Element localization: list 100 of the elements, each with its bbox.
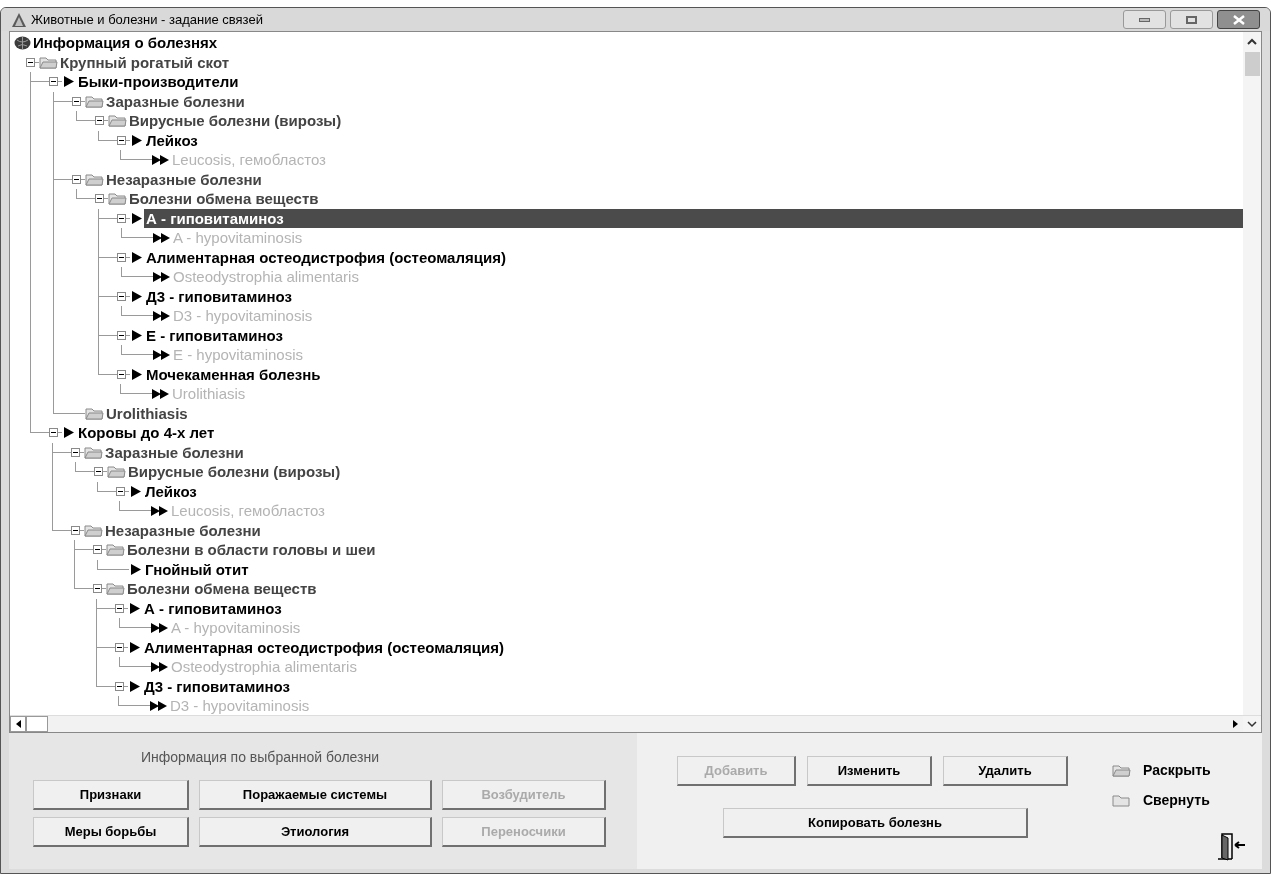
tree-item[interactable]: Заразные болезни bbox=[103, 442, 246, 462]
maximize-button[interactable] bbox=[1170, 10, 1213, 29]
globe-icon bbox=[14, 35, 31, 50]
play-icon bbox=[131, 485, 141, 497]
tree-item[interactable]: Гнойный отит bbox=[143, 559, 251, 579]
collapse-box-icon[interactable] bbox=[115, 681, 124, 691]
open-folder-icon bbox=[1112, 763, 1131, 777]
scroll-left-button[interactable] bbox=[10, 716, 26, 732]
folder-icon bbox=[85, 94, 104, 108]
window-title: Животные и болезни - задание связей bbox=[31, 10, 263, 29]
expand-all-button[interactable]: Раскрыть bbox=[1112, 755, 1248, 785]
tree-item[interactable]: Вирусные болезни (вирозы) bbox=[126, 462, 343, 482]
scroll-left-icon bbox=[15, 720, 21, 728]
folder-icon bbox=[84, 445, 103, 459]
tree-item[interactable]: Мочекаменная болезнь bbox=[144, 364, 323, 384]
collapse-box-icon[interactable] bbox=[72, 174, 81, 184]
play-icon bbox=[132, 368, 142, 380]
collapse-box-icon[interactable] bbox=[71, 447, 80, 457]
fast-forward-icon bbox=[150, 700, 168, 711]
minimize-button[interactable] bbox=[1123, 10, 1166, 29]
scrollbar-thumb[interactable] bbox=[26, 716, 48, 732]
tree-item[interactable]: А - гиповитаминоз bbox=[142, 598, 284, 618]
tree-item[interactable]: Болезни обмена веществ bbox=[127, 189, 321, 209]
action-button[interactable]: Удалить bbox=[943, 756, 1068, 786]
tree-item[interactable]: Д3 - гиповитаминоз bbox=[142, 676, 292, 696]
tree-item[interactable]: Незаразные болезни bbox=[104, 169, 264, 189]
collapse-box-icon[interactable] bbox=[26, 57, 35, 67]
scroll-down-icon[interactable] bbox=[1247, 720, 1257, 728]
fast-forward-icon bbox=[153, 232, 171, 243]
folder-icon bbox=[1112, 793, 1131, 807]
tree-item[interactable]: Незаразные болезни bbox=[103, 520, 263, 540]
scroll-right-icon bbox=[1232, 720, 1238, 728]
collapse-all-button[interactable]: Свернуть bbox=[1112, 785, 1248, 815]
tree-item[interactable]: Крупный рогатый скот bbox=[58, 52, 232, 72]
play-icon bbox=[64, 76, 74, 88]
action-button[interactable]: Копировать болезнь bbox=[723, 808, 1028, 838]
scrollbar-thumb[interactable] bbox=[1244, 52, 1260, 76]
collapse-box-icon[interactable] bbox=[71, 525, 80, 535]
collapse-box-icon[interactable] bbox=[117, 213, 126, 223]
tree-item[interactable]: Urolithiasis bbox=[104, 403, 190, 423]
fast-forward-icon bbox=[151, 661, 169, 672]
tree-item[interactable]: Лейкоз bbox=[144, 130, 200, 150]
close-icon bbox=[1232, 14, 1245, 25]
tree-item[interactable]: А - гиповитаминоз bbox=[144, 208, 1243, 228]
play-icon bbox=[132, 290, 142, 302]
close-button[interactable] bbox=[1217, 10, 1260, 29]
collapse-box-icon[interactable] bbox=[95, 116, 104, 126]
tree-item[interactable]: Заразные болезни bbox=[104, 91, 247, 111]
action-button[interactable]: Поражаемые системы bbox=[199, 780, 432, 810]
tree-item[interactable]: Алиментарная остеодистрофия (остеомаляция) bbox=[142, 637, 506, 657]
action-button[interactable]: Изменить bbox=[807, 756, 932, 786]
fast-forward-icon bbox=[153, 310, 171, 321]
folder-icon bbox=[85, 406, 104, 420]
vertical-scrollbar[interactable] bbox=[1243, 32, 1261, 715]
collapse-box-icon[interactable] bbox=[49, 77, 58, 87]
tree-item[interactable]: Болезни обмена веществ bbox=[125, 579, 319, 599]
play-icon bbox=[132, 329, 142, 341]
tree-item[interactable]: Алиментарная остеодистрофия (остеомаляция) bbox=[144, 247, 508, 267]
action-button[interactable]: Меры борьбы bbox=[33, 817, 189, 847]
collapse-box-icon[interactable] bbox=[117, 369, 126, 379]
collapse-box-icon[interactable] bbox=[115, 603, 124, 613]
collapse-box-icon[interactable] bbox=[115, 642, 124, 652]
tree-item[interactable]: Информация о болезнях bbox=[31, 33, 220, 53]
tree-item[interactable]: Лейкоз bbox=[143, 481, 199, 501]
collapse-box-icon[interactable] bbox=[117, 291, 126, 301]
folder-icon bbox=[84, 523, 103, 537]
fast-forward-icon bbox=[152, 388, 170, 399]
tree-item[interactable]: Коровы до 4-х лет bbox=[76, 423, 217, 443]
tree-item[interactable]: Д3 - гиповитаминоз bbox=[144, 286, 294, 306]
folder-icon bbox=[108, 114, 127, 128]
action-button[interactable]: Признаки bbox=[33, 780, 189, 810]
folder-icon bbox=[108, 192, 127, 206]
horizontal-scrollbar[interactable] bbox=[10, 716, 1243, 732]
collapse-box-icon[interactable] bbox=[117, 252, 126, 262]
fast-forward-icon bbox=[153, 349, 171, 360]
folder-icon bbox=[106, 582, 125, 596]
play-icon bbox=[132, 251, 142, 263]
collapse-box-icon[interactable] bbox=[49, 428, 58, 438]
action-button[interactable]: Этиология bbox=[199, 817, 432, 847]
collapse-box-icon[interactable] bbox=[116, 486, 125, 496]
play-icon bbox=[132, 212, 142, 224]
collapse-box-icon[interactable] bbox=[93, 584, 102, 594]
collapse-box-icon[interactable] bbox=[117, 135, 126, 145]
play-icon bbox=[131, 563, 141, 575]
tree-item[interactable]: Болезни в области головы и шеи bbox=[125, 540, 378, 560]
collapse-box-icon[interactable] bbox=[93, 545, 102, 555]
folder-icon bbox=[107, 465, 126, 479]
scroll-up-icon[interactable] bbox=[1247, 38, 1257, 46]
play-icon bbox=[64, 427, 74, 439]
collapse-box-icon[interactable] bbox=[94, 467, 103, 477]
tree-item[interactable]: Вирусные болезни (вирозы) bbox=[127, 111, 344, 131]
collapse-box-icon[interactable] bbox=[95, 194, 104, 204]
collapse-box-icon[interactable] bbox=[72, 96, 81, 106]
tree-item[interactable]: Быки-производители bbox=[76, 72, 241, 92]
play-icon bbox=[130, 680, 140, 692]
folder-icon bbox=[106, 543, 125, 557]
tree-item[interactable]: Е - гиповитаминоз bbox=[144, 325, 285, 345]
play-icon bbox=[132, 134, 142, 146]
folder-icon bbox=[85, 172, 104, 186]
collapse-box-icon[interactable] bbox=[117, 330, 126, 340]
